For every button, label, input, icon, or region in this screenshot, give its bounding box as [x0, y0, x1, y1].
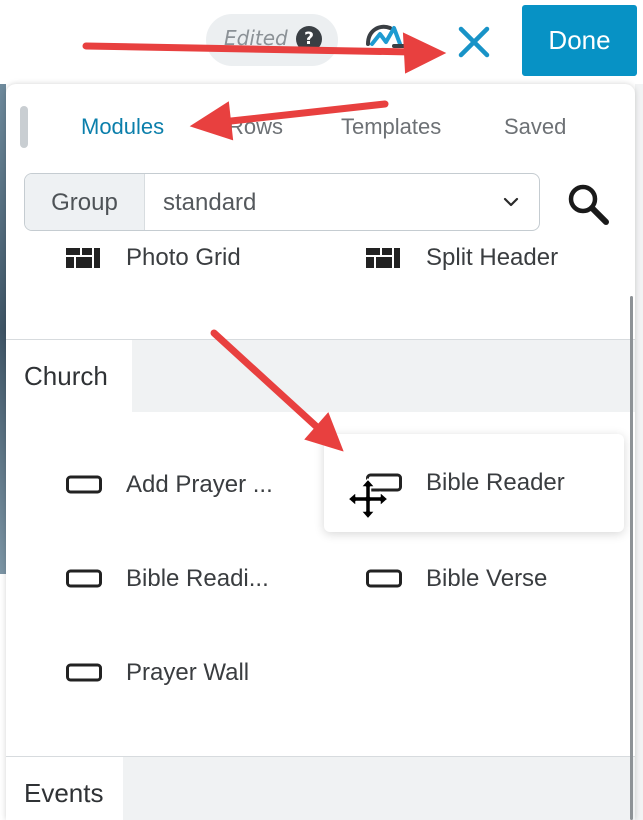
scrollbar[interactable]: [630, 296, 633, 820]
tab-modules[interactable]: Modules: [81, 114, 164, 140]
module-label: Split Header: [426, 244, 559, 271]
module-label: Prayer Wall: [126, 659, 250, 686]
panel-tabs: Modules Rows Templates Saved: [6, 114, 635, 150]
section-title-church: Church: [6, 340, 132, 412]
tab-templates[interactable]: Templates: [341, 114, 441, 140]
tab-saved[interactable]: Saved: [504, 114, 566, 140]
help-icon[interactable]: ?: [296, 26, 322, 52]
section-title-events: Events: [6, 757, 123, 820]
module-item[interactable]: Bible Readi...: [66, 555, 269, 603]
close-button[interactable]: [448, 16, 500, 68]
group-select-value: standard: [163, 189, 257, 216]
module-label: Bible Readi...: [126, 565, 269, 592]
module-box-icon: [366, 569, 402, 588]
chevron-down-icon: [503, 197, 519, 207]
search-icon[interactable]: [564, 180, 612, 228]
module-item[interactable]: Bible Verse: [366, 555, 547, 603]
module-item[interactable]: Add Prayer ...: [66, 461, 273, 509]
edited-label: Edited: [224, 26, 288, 50]
close-x-icon: [458, 26, 490, 58]
grid-icon: [66, 248, 100, 268]
module-label: Bible Reader: [426, 469, 565, 496]
module-item[interactable]: Prayer Wall: [66, 649, 249, 697]
group-filter: Group standard: [24, 173, 540, 231]
edited-status-pill[interactable]: Edited ?: [206, 14, 338, 66]
module-box-icon: [66, 663, 102, 682]
builder-topbar: Edited ? Done: [0, 0, 643, 84]
move-cursor-icon: [347, 478, 389, 520]
module-box-icon: [66, 475, 102, 494]
module-box-icon: [66, 569, 102, 588]
grid-icon: [366, 248, 400, 268]
module-item[interactable]: Split Header: [366, 238, 558, 282]
module-item[interactable]: Photo Grid: [66, 238, 241, 282]
group-label: Group: [25, 174, 145, 230]
content-panel: Modules Rows Templates Saved Group stand…: [6, 84, 635, 820]
module-label: Bible Verse: [426, 565, 548, 592]
done-button[interactable]: Done: [522, 5, 637, 76]
group-select[interactable]: standard: [145, 174, 539, 230]
page-background-edge-right: [635, 84, 643, 820]
tab-rows[interactable]: Rows: [228, 114, 283, 140]
module-list[interactable]: Photo Grid Split Header Church Add Praye…: [6, 238, 635, 820]
notification-logo-icon[interactable]: [360, 18, 408, 58]
module-label: Photo Grid: [126, 244, 241, 271]
module-label: Add Prayer ...: [126, 471, 273, 498]
